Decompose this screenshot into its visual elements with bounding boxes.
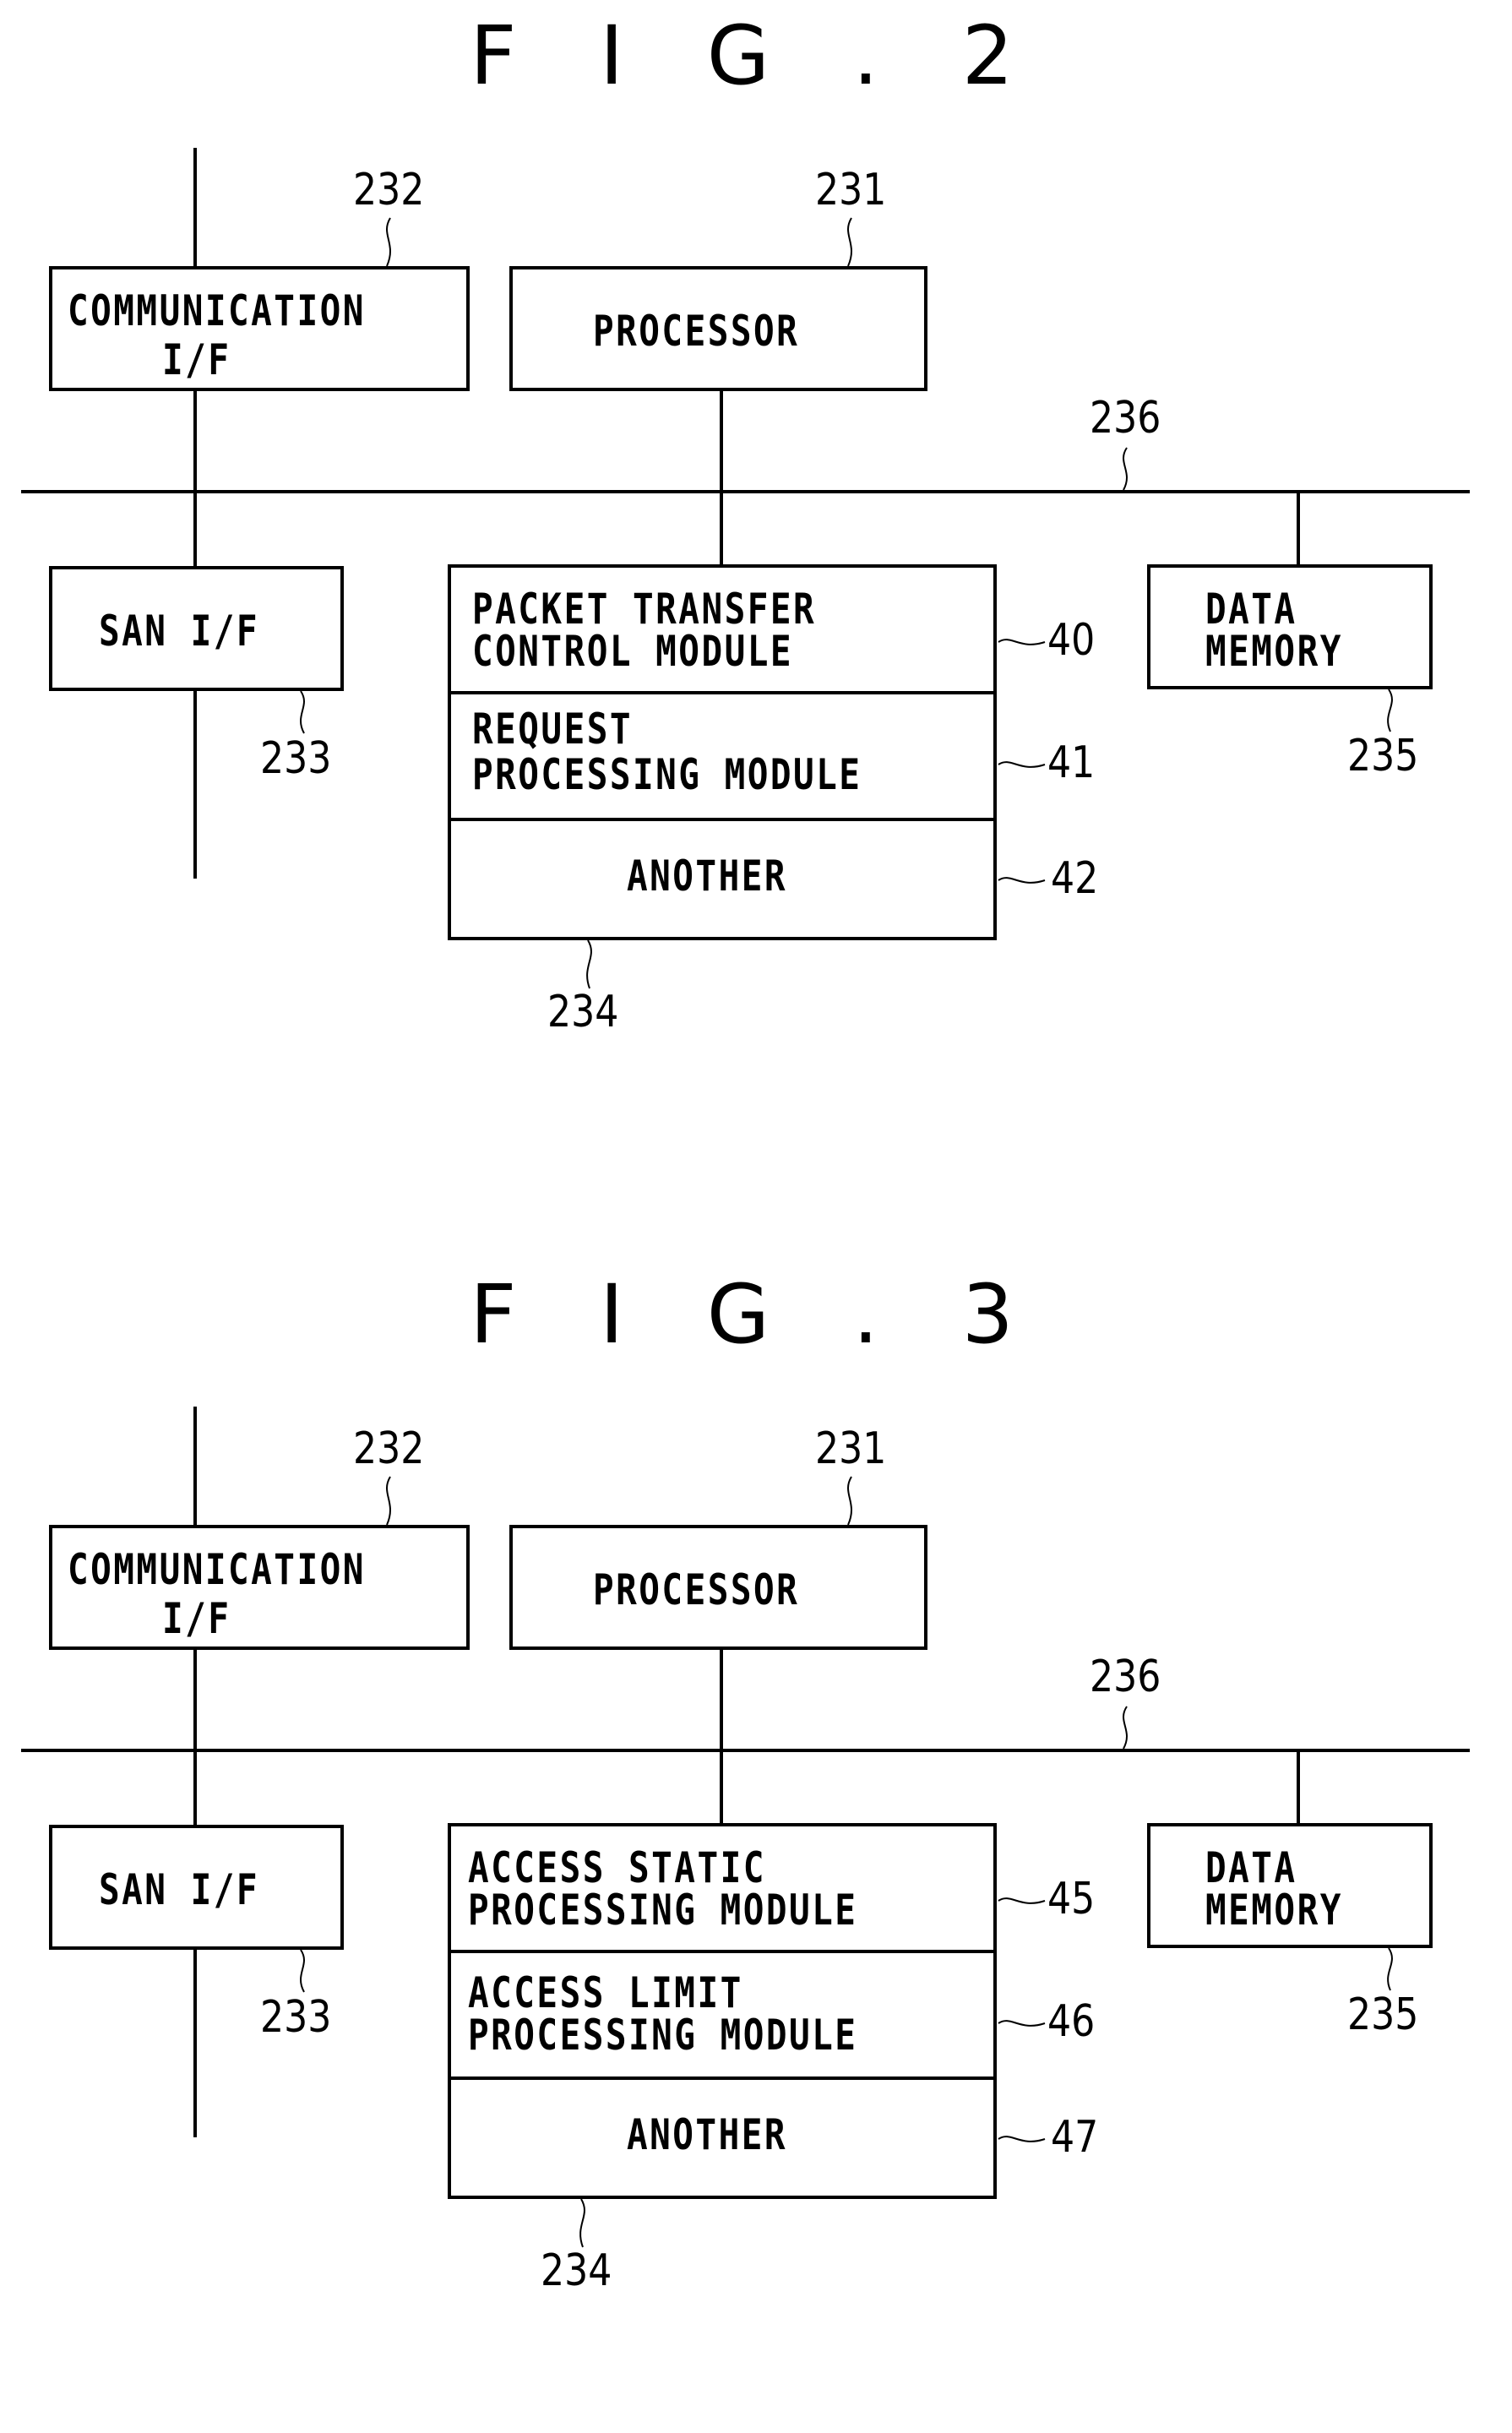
leader-233 [300,690,305,734]
module-label: ACCESS LIMIT [468,1968,743,2017]
leader-233 [300,1949,305,1993]
ref-42: 42 [1051,853,1099,904]
ref-45: 45 [1047,1874,1096,1924]
module-47: ANOTHER [451,2080,993,2196]
data-memory-label-2: MEMORY [1205,1886,1343,1935]
ref-41: 41 [1047,738,1096,788]
ref-232: 232 [353,1423,425,1474]
leader-231 [847,217,852,267]
module-42: ANOTHER [451,821,993,937]
leader-232 [386,1476,391,1526]
ref-234: 234 [547,987,619,1037]
ref-235: 235 [1347,1989,1419,2040]
module-40: PACKET TRANSFER CONTROL MODULE [451,568,993,694]
figure-2: F I G . 2 COMMUNICATION I/F 232 PROCESSO… [0,0,1512,1174]
figure-title: F I G . 2 [470,8,1042,103]
ref-231: 231 [815,165,887,215]
communication-if-label: COMMUNICATION [68,286,366,335]
communication-if-label-2: I/F [162,335,231,384]
processor-box: PROCESSOR [509,1525,927,1650]
network-line [193,148,197,879]
ref-236: 236 [1090,393,1161,444]
communication-if-label: COMMUNICATION [68,1545,366,1594]
san-if-box: SAN I/F [49,566,344,691]
leader-42 [998,877,1046,884]
module-stack: ACCESS STATIC PROCESSING MODULE ACCESS L… [448,1823,997,2199]
leader-234 [579,2198,585,2248]
leader-41 [998,761,1046,768]
module-label: REQUEST [472,705,634,754]
ref-47: 47 [1051,2112,1099,2163]
ref-233: 233 [260,733,332,784]
module-45: ACCESS STATIC PROCESSING MODULE [451,1826,993,1953]
communication-if-label-2: I/F [162,1594,231,1643]
san-if-box: SAN I/F [49,1825,344,1950]
processor-bus-connector [720,391,723,564]
san-if-label: SAN I/F [99,607,260,656]
data-memory-label: DATA [1205,1843,1297,1892]
leader-235 [1387,689,1393,732]
network-line [193,1407,197,2137]
leader-236 [1123,1706,1128,1750]
module-46: ACCESS LIMIT PROCESSING MODULE [451,1953,993,2080]
leader-236 [1123,447,1128,491]
processor-label: PROCESSOR [593,307,800,356]
module-label-2: PROCESSING MODULE [472,750,862,799]
module-label: ACCESS STATIC [468,1843,766,1892]
memory-bus-connector [1297,1749,1300,1823]
data-memory-box: DATA MEMORY [1147,1823,1433,1948]
leader-234 [586,939,592,989]
processor-label: PROCESSOR [593,1565,800,1614]
ref-233: 233 [260,1992,332,2043]
module-label: ANOTHER [627,2110,788,2159]
leader-45 [998,1897,1046,1904]
communication-if-box: COMMUNICATION I/F [49,1525,470,1650]
ref-40: 40 [1047,615,1096,666]
communication-if-box: COMMUNICATION I/F [49,266,470,391]
leader-231 [847,1476,852,1526]
module-label-2: CONTROL MODULE [472,627,794,676]
ref-235: 235 [1347,731,1419,781]
module-stack: PACKET TRANSFER CONTROL MODULE REQUEST P… [448,564,997,940]
leader-235 [1387,1947,1393,1991]
ref-46: 46 [1047,1996,1096,2047]
leader-47 [998,2136,1046,2142]
module-label-2: PROCESSING MODULE [468,1886,858,1935]
processor-box: PROCESSOR [509,266,927,391]
san-if-label: SAN I/F [99,1865,260,1914]
memory-bus-connector [1297,490,1300,564]
leader-232 [386,217,391,267]
leader-46 [998,2020,1046,2027]
ref-232: 232 [353,165,425,215]
ref-236: 236 [1090,1652,1161,1702]
ref-234: 234 [541,2245,612,2296]
processor-bus-connector [720,1650,723,1823]
internal-bus [21,1749,1470,1752]
leader-40 [998,639,1046,645]
module-label-2: PROCESSING MODULE [468,2011,858,2060]
figure-title: F I G . 3 [470,1267,1042,1362]
data-memory-box: DATA MEMORY [1147,564,1433,689]
module-label: PACKET TRANSFER [472,585,817,634]
ref-231: 231 [815,1423,887,1474]
data-memory-label: DATA [1205,585,1297,634]
module-41: REQUEST PROCESSING MODULE [451,694,993,821]
internal-bus [21,490,1470,493]
module-label: ANOTHER [627,852,788,901]
data-memory-label-2: MEMORY [1205,627,1343,676]
figure-3: F I G . 3 COMMUNICATION I/F 232 PROCESSO… [0,1259,1512,2433]
